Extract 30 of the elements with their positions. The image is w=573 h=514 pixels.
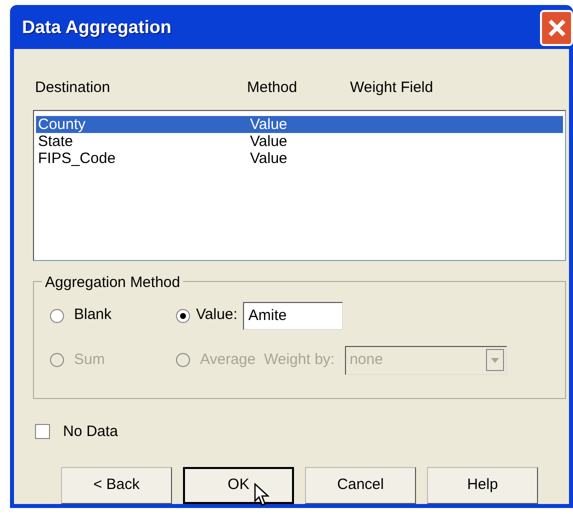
column-header: Weight Field xyxy=(350,78,434,98)
dialog-button[interactable]: Cancel xyxy=(305,467,416,504)
close-icon xyxy=(546,18,566,38)
method-text: Value xyxy=(250,132,288,150)
text-field[interactable]: Amite xyxy=(243,302,344,330)
radio-label: Blank xyxy=(74,305,112,326)
list-row[interactable]: County Value xyxy=(36,116,563,132)
radio-label: Value: xyxy=(196,305,238,326)
column-header: Destination xyxy=(35,78,112,98)
list-row[interactable]: State Value xyxy=(36,132,563,150)
radio-label: Average xyxy=(200,350,256,370)
weight-by-label: Weight by: xyxy=(264,350,335,370)
dialog-button[interactable]: Help xyxy=(427,467,538,504)
checkbox-label: No Data xyxy=(63,422,118,442)
column-header: Method xyxy=(247,78,298,98)
checkbox[interactable] xyxy=(35,424,50,440)
destination-text: State xyxy=(38,132,74,150)
method-text: Value xyxy=(250,116,288,132)
destination-text: FIPS_Code xyxy=(38,150,117,166)
radio-button[interactable] xyxy=(50,308,64,322)
close-button[interactable] xyxy=(540,10,573,46)
radio-label: Sum xyxy=(74,350,105,370)
destination-text: County xyxy=(38,116,87,132)
list-row[interactable]: FIPS_Code Value xyxy=(36,150,563,166)
dialog-button[interactable]: < Back xyxy=(61,467,172,504)
dialog-button[interactable]: OK xyxy=(183,467,294,504)
method-text: Value xyxy=(250,150,288,166)
cursor-icon xyxy=(254,483,270,507)
radio-button[interactable] xyxy=(176,308,190,322)
window-title: Data Aggregation xyxy=(22,16,172,39)
